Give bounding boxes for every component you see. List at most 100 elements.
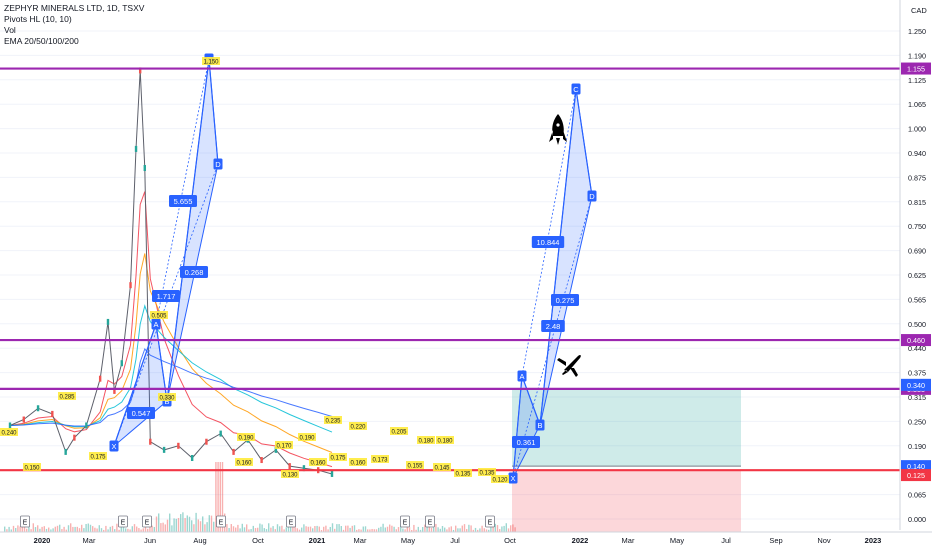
x-tick-label: Mar xyxy=(354,536,367,545)
volume-bar xyxy=(345,525,347,532)
pivot-label: 0.150 xyxy=(24,466,40,472)
pivot-label: 1.150 xyxy=(203,60,219,66)
volume-bar xyxy=(210,515,213,532)
y-tick-label: 0.750 xyxy=(908,222,926,231)
volume-bar xyxy=(92,526,94,532)
volume-bar xyxy=(19,526,21,532)
volume-bar xyxy=(510,525,512,532)
volume-bar xyxy=(186,515,188,532)
volume-bar xyxy=(125,528,127,532)
position-zones xyxy=(512,388,741,532)
volume-bar xyxy=(301,527,303,532)
volume-bar xyxy=(230,524,232,532)
pivot-label: 0.160 xyxy=(310,461,326,467)
volume-bar xyxy=(290,526,292,532)
x-tick-label: Nov xyxy=(817,536,831,545)
price-candle xyxy=(98,375,102,382)
y-tick-label: 1.125 xyxy=(908,76,926,85)
pattern-1-point-label: D xyxy=(215,160,221,169)
y-tick-label: 1.065 xyxy=(908,100,926,109)
y-tick-label: 0.500 xyxy=(908,320,926,329)
volume-bar xyxy=(32,523,34,532)
x-tick-label: 2021 xyxy=(309,536,326,545)
price-candle xyxy=(134,145,138,152)
price-candle xyxy=(120,360,123,367)
volume-bar xyxy=(397,527,400,532)
y-tick-label: 0.000 xyxy=(908,515,926,524)
y-tick-label: 0.440 xyxy=(908,344,926,353)
y-tick-label: 0.315 xyxy=(908,393,926,402)
x-tick-label: 2023 xyxy=(865,536,882,545)
volume-bar xyxy=(111,525,114,532)
volume-bar xyxy=(331,523,334,532)
volume-bar xyxy=(380,526,382,532)
volume-bar xyxy=(437,527,439,532)
horizontal-line-price: 1.155 xyxy=(907,65,925,74)
pivot-label: 0.235 xyxy=(325,419,341,425)
volume-bar xyxy=(98,525,100,532)
volume-bar xyxy=(89,524,92,532)
indicator-vol[interactable]: Vol xyxy=(4,25,144,36)
volume-bar xyxy=(503,525,505,532)
y-tick-label: 0.565 xyxy=(908,295,926,304)
volume-bar xyxy=(8,526,10,532)
volume-bar xyxy=(226,524,228,532)
chart-area[interactable]: XABCD0.5471.7170.2685.655XABCD0.3612.480… xyxy=(0,0,932,550)
volume-bar xyxy=(160,523,162,532)
indicator-pivots[interactable]: Pivots HL (10, 10) xyxy=(4,14,144,25)
price-candle xyxy=(36,405,40,412)
volume-bar xyxy=(85,523,87,532)
currency-label: CAD xyxy=(911,6,927,15)
volume-bar xyxy=(48,527,50,532)
volume-bar xyxy=(41,526,43,532)
volume-bar xyxy=(461,525,463,532)
y-tick-label: 1.250 xyxy=(908,27,926,36)
volume-bar xyxy=(180,514,182,532)
x-tick-label: Mar xyxy=(83,536,96,545)
chart-legend: ZEPHYR MINERALS LTD, 1D, TSXV Pivots HL … xyxy=(4,3,144,47)
volume-bar xyxy=(208,515,210,532)
price-candle xyxy=(162,446,166,453)
volume-bar xyxy=(285,527,287,532)
y-tick-label: 1.000 xyxy=(908,125,926,134)
earnings-marker-label: E xyxy=(219,520,224,527)
x-tick-label: Oct xyxy=(504,536,517,545)
volume-bar xyxy=(457,528,459,532)
volume-bar xyxy=(386,526,389,532)
indicator-ema[interactable]: EMA 20/50/100/200 xyxy=(4,36,144,47)
volume-bar xyxy=(43,526,45,532)
pivot-label: 0.505 xyxy=(151,314,167,320)
volume-bar xyxy=(195,512,197,532)
y-tick-label: 0.690 xyxy=(908,247,926,256)
pattern-2-point-label: B xyxy=(537,421,542,430)
volume-bar xyxy=(391,525,393,532)
volume-bar xyxy=(237,524,239,532)
pivot-label: 0.220 xyxy=(350,425,366,431)
price-candle xyxy=(149,438,152,445)
volume-bar xyxy=(81,524,83,532)
pattern-2-point-label: X xyxy=(510,474,515,483)
earnings-marker-label: E xyxy=(121,520,126,527)
volume-bar xyxy=(54,526,56,532)
price-candle xyxy=(106,318,110,325)
volume-bar xyxy=(158,513,160,532)
volume-bar xyxy=(228,527,230,532)
volume-bar xyxy=(142,528,144,532)
volume-bar xyxy=(422,526,424,532)
volume-bar xyxy=(501,526,503,532)
y-tick-label: 0.250 xyxy=(908,417,926,426)
volume-bar xyxy=(276,524,279,532)
pivot-label: 0.173 xyxy=(372,458,388,464)
price-candle xyxy=(8,422,12,429)
y-tick-label: 0.940 xyxy=(908,149,926,158)
volume-bar xyxy=(232,526,235,532)
pattern-2-ratio-label: 2.48 xyxy=(546,322,561,331)
volume-bar xyxy=(263,528,265,532)
volume-bar xyxy=(155,516,158,532)
volume-bar xyxy=(314,526,316,532)
volume-bar xyxy=(259,523,261,532)
volume-bar xyxy=(292,526,294,532)
symbol-title[interactable]: ZEPHYR MINERALS LTD, 1D, TSXV xyxy=(4,3,144,14)
volume-bar xyxy=(347,525,349,532)
volume-bar xyxy=(270,527,272,532)
